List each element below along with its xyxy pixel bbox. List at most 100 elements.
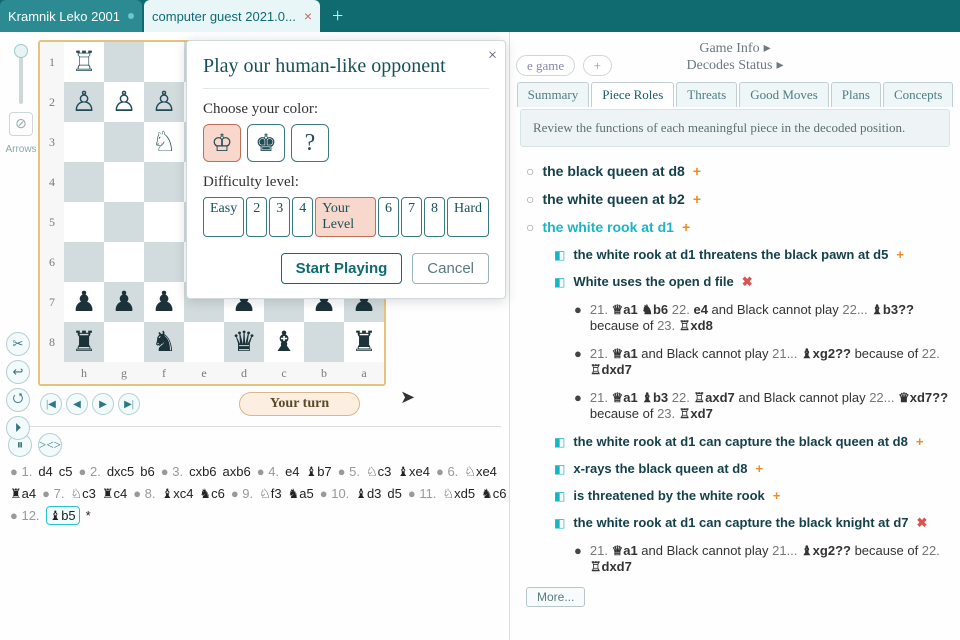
tab-close-icon[interactable]: × xyxy=(304,8,312,24)
move[interactable]: ♝b7 xyxy=(306,464,332,479)
move[interactable]: ♘f3 xyxy=(259,486,282,501)
square[interactable]: ♝ xyxy=(264,322,304,362)
difficulty-your-level[interactable]: Your Level xyxy=(315,197,376,237)
tab-concepts[interactable]: Concepts xyxy=(883,82,953,107)
square[interactable] xyxy=(104,162,144,202)
move[interactable]: d4 xyxy=(38,464,52,479)
tab-threats[interactable]: Threats xyxy=(676,82,737,107)
list-subitem[interactable]: ◧ White uses the open d file ✖ xyxy=(554,268,952,296)
play-button[interactable]: ⏵ xyxy=(6,416,30,440)
expand-icon[interactable]: + xyxy=(755,461,763,476)
variation-line[interactable]: ● 21. ♕a1 and Black cannot play 21... ♝x… xyxy=(574,537,952,581)
move[interactable]: b6 xyxy=(140,464,154,479)
square[interactable] xyxy=(64,122,104,162)
start-playing-button[interactable]: Start Playing xyxy=(281,253,403,284)
piece-icon[interactable]: ♟ xyxy=(71,285,96,319)
move[interactable]: * xyxy=(86,508,91,523)
move[interactable]: ♘xe4 xyxy=(464,464,497,479)
piece-icon[interactable]: ♙ xyxy=(111,85,136,119)
tab-add-button[interactable]: + xyxy=(322,0,353,32)
expand-icon[interactable]: + xyxy=(896,247,904,262)
peek-add-pill[interactable]: + xyxy=(583,55,612,76)
list-item[interactable]: ○ the black queen at d8 + xyxy=(526,157,952,185)
move[interactable]: ♝d3 xyxy=(355,486,381,501)
game-info-link[interactable]: Game Info xyxy=(699,41,759,57)
difficulty-easy[interactable]: Easy xyxy=(203,197,244,237)
tab-plans[interactable]: Plans xyxy=(831,82,881,107)
piece-icon[interactable]: ♝ xyxy=(271,325,296,359)
tab-good-moves[interactable]: Good Moves xyxy=(739,82,829,107)
collapse-icon[interactable]: ✖ xyxy=(742,274,753,290)
decodes-status-link[interactable]: Decodes Status xyxy=(687,58,773,74)
move[interactable]: ♝xc4 xyxy=(162,486,194,501)
arrows-toggle[interactable]: ⊘ xyxy=(9,112,33,136)
difficulty-4[interactable]: 4 xyxy=(292,197,313,237)
square[interactable] xyxy=(144,42,184,82)
modal-close-button[interactable]: × xyxy=(488,47,497,65)
nav-prev[interactable]: ◀ xyxy=(66,393,88,415)
list-subitem[interactable]: ◧ x-rays the black queen at d8 + xyxy=(554,455,952,482)
expand-icon[interactable]: + xyxy=(682,219,690,235)
square[interactable] xyxy=(144,242,184,282)
expand-icon[interactable]: + xyxy=(916,434,924,449)
square[interactable]: ♟ xyxy=(104,282,144,322)
move[interactable]: e4 xyxy=(285,464,299,479)
move[interactable]: ♝xe4 xyxy=(397,464,430,479)
variation-line[interactable]: ● 21. ♕a1 and Black cannot play 21... ♝x… xyxy=(574,340,952,384)
square[interactable] xyxy=(144,162,184,202)
square[interactable] xyxy=(104,242,144,282)
difficulty-hard[interactable]: Hard xyxy=(447,197,489,237)
piece-icon[interactable]: ♘ xyxy=(151,125,176,159)
engine-fish-button[interactable]: ><> xyxy=(38,433,62,457)
piece-icon[interactable]: ♛ xyxy=(231,325,256,359)
variation-line[interactable]: ● 21. ♕a1 ♞b6 22. e4 and Black cannot pl… xyxy=(574,296,952,340)
list-item[interactable]: ○ the white queen at b2 + xyxy=(526,185,952,213)
square[interactable]: ♙ xyxy=(64,82,104,122)
color-random-button[interactable]: ? xyxy=(291,124,329,162)
list-subitem[interactable]: ◧ the white rook at d1 threatens the bla… xyxy=(554,241,952,268)
piece-icon[interactable]: ♜ xyxy=(71,325,96,359)
move[interactable]: ♘xd5 xyxy=(442,486,475,501)
square[interactable] xyxy=(304,322,344,362)
cut-button[interactable]: ✂ xyxy=(6,332,30,356)
move[interactable]: dxc5 xyxy=(107,464,134,479)
peek-game-pill[interactable]: e game xyxy=(516,55,575,76)
difficulty-6[interactable]: 6 xyxy=(378,197,399,237)
square[interactable]: ♘ xyxy=(144,122,184,162)
piece-icon[interactable]: ♟ xyxy=(111,285,136,319)
piece-icon[interactable]: ♟ xyxy=(151,285,176,319)
piece-icon[interactable]: ♖ xyxy=(71,45,96,79)
color-white-button[interactable]: ♔ xyxy=(203,124,241,162)
expand-icon[interactable]: + xyxy=(693,191,701,207)
move[interactable]: ♝b5 xyxy=(46,506,80,525)
move[interactable]: ♞c6 xyxy=(199,486,224,501)
move[interactable]: cxb6 xyxy=(189,464,216,479)
square[interactable]: ♙ xyxy=(104,82,144,122)
list-subitem[interactable]: ◧ the white rook at d1 can capture the b… xyxy=(554,428,952,455)
tab-computer-guest[interactable]: computer guest 2021.0... × xyxy=(144,0,320,32)
difficulty-2[interactable]: 2 xyxy=(246,197,267,237)
undo-button[interactable]: ↩ xyxy=(6,360,30,384)
move[interactable]: ♜c4 xyxy=(102,486,127,501)
square[interactable]: ♛ xyxy=(224,322,264,362)
expand-icon[interactable]: + xyxy=(693,163,701,179)
nav-first[interactable]: |◀ xyxy=(40,393,62,415)
square[interactable] xyxy=(64,162,104,202)
move-notation[interactable]: ● 1.d4c5● 2.dxc5b6● 3.cxb6axb6● 4.e4♝b7●… xyxy=(0,457,509,531)
expand-icon[interactable]: + xyxy=(773,488,781,503)
square[interactable] xyxy=(104,322,144,362)
move[interactable]: ♘c3 xyxy=(70,486,95,501)
color-black-button[interactable]: ♚ xyxy=(247,124,285,162)
square[interactable] xyxy=(64,242,104,282)
square[interactable] xyxy=(144,202,184,242)
refresh-button[interactable]: ⭯ xyxy=(6,388,30,412)
collapse-icon[interactable]: ✖ xyxy=(917,515,928,531)
variation-line[interactable]: ● 21. ♕a1 ♝b3 22. ♖axd7 and Black cannot… xyxy=(574,384,952,428)
move[interactable]: ♞c6 xyxy=(481,486,506,501)
list-subitem[interactable]: ◧ the white rook at d1 can capture the b… xyxy=(554,509,952,537)
move[interactable]: axb6 xyxy=(223,464,251,479)
piece-icon[interactable]: ♞ xyxy=(151,325,176,359)
square[interactable] xyxy=(104,202,144,242)
nav-next[interactable]: ▶ xyxy=(92,393,114,415)
square[interactable] xyxy=(184,322,224,362)
